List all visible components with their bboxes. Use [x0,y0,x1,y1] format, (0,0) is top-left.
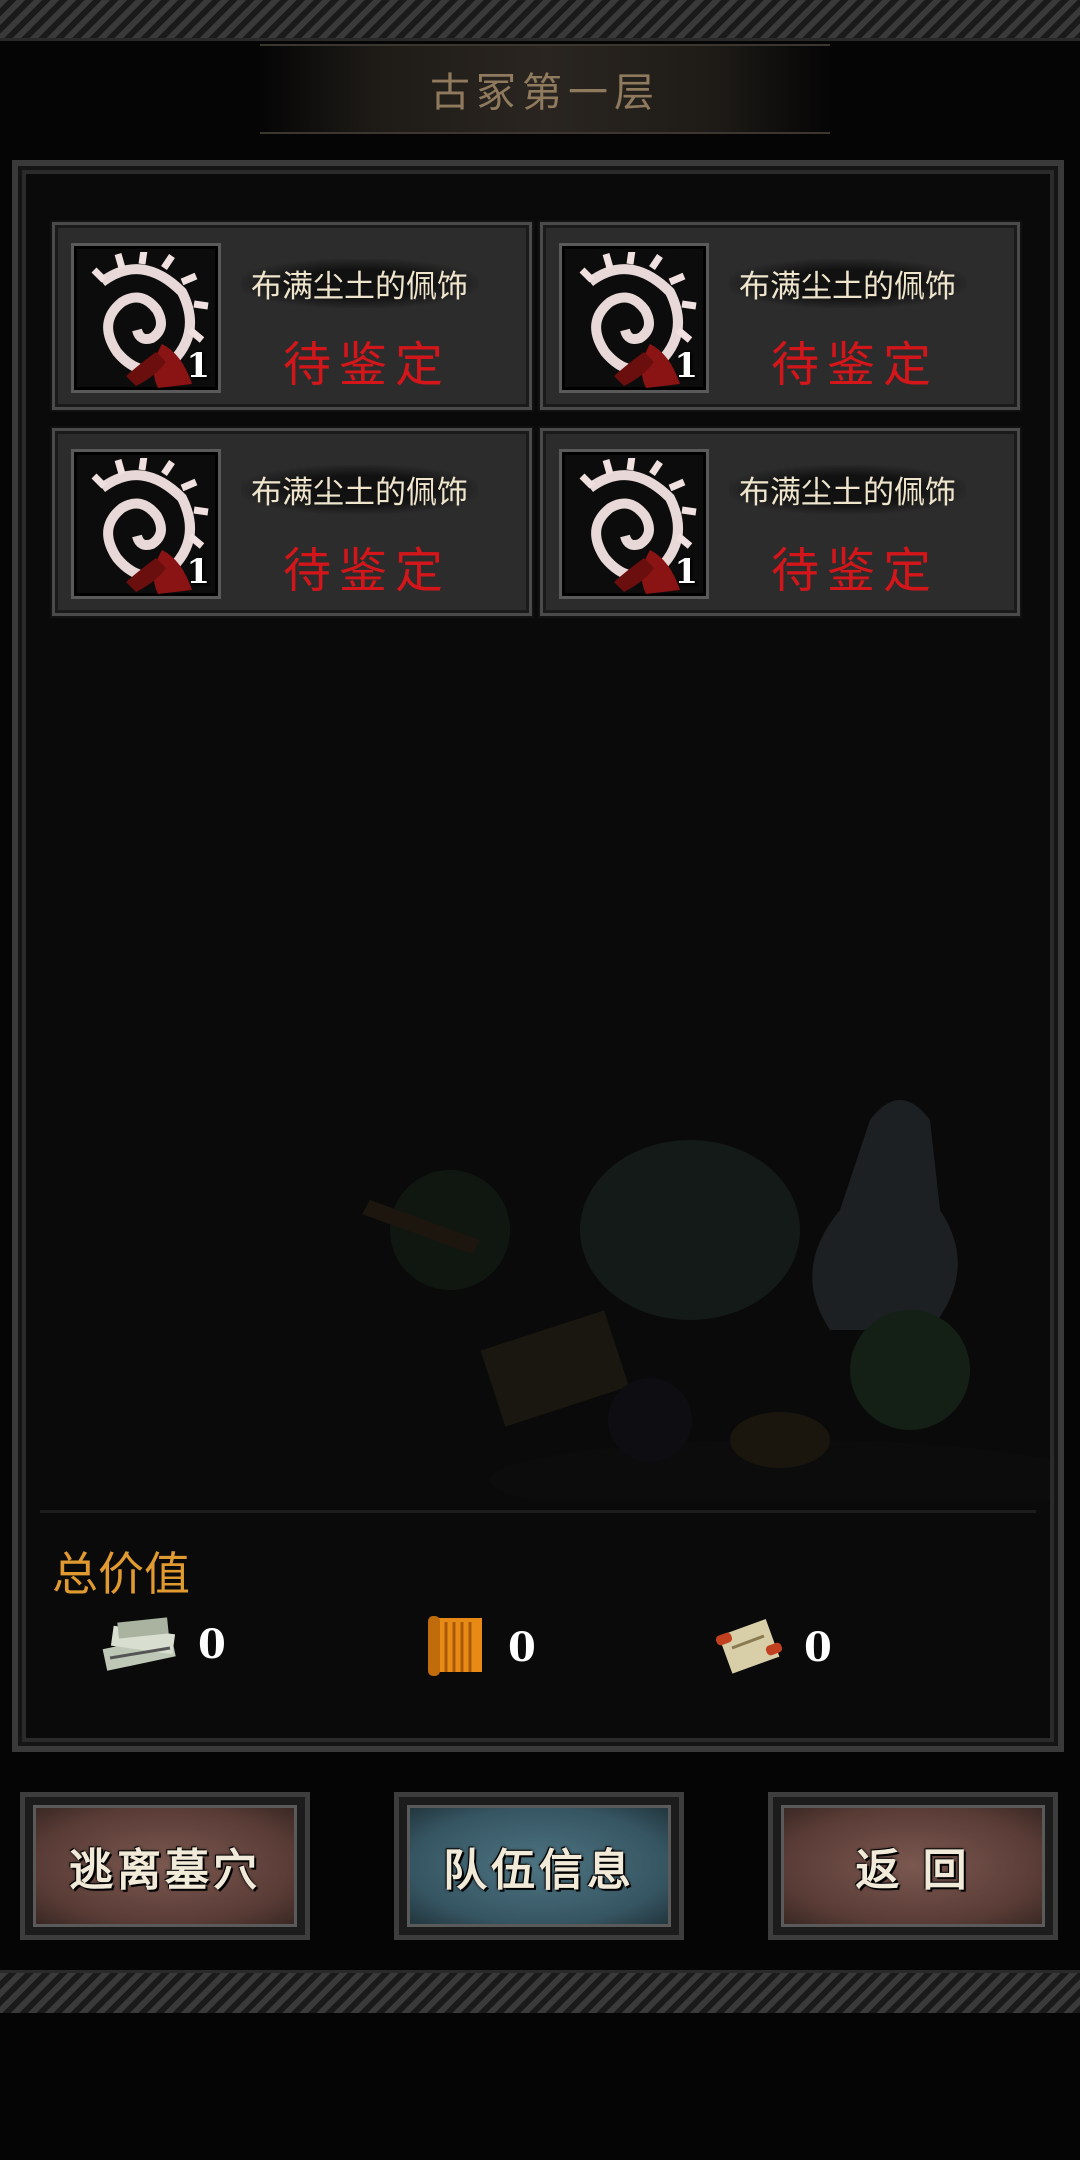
item-name: 布满尘土的佩饰 [241,465,478,514]
item-thumbnail: 1 [71,243,221,393]
escape-tomb-label: 逃离墓穴 [33,1805,297,1927]
orange-scroll-icon [428,1616,482,1676]
item-quantity: 1 [674,552,698,592]
team-info-label: 队伍信息 [407,1805,671,1927]
page-title: 古冢第一层 [430,70,660,116]
item-thumbnail: 1 [71,449,221,599]
loot-item-card[interactable]: 1 布满尘土的佩饰 待鉴定 [540,428,1020,616]
item-quantity: 1 [674,346,698,386]
item-thumbnail: 1 [559,449,709,599]
money-pile-icon [102,1617,176,1671]
item-name: 布满尘土的佩饰 [729,259,966,308]
escape-tomb-button[interactable]: 逃离墓穴 [20,1792,310,1940]
currency-scroll: 0 [424,1612,536,1682]
item-thumbnail: 1 [559,243,709,393]
back-label: 返 回 [781,1805,1045,1927]
bottom-ornament-border [0,1970,1080,2013]
currency-map-value: 0 [804,1623,832,1671]
item-status: 待鉴定 [283,543,452,599]
loot-item-card[interactable]: 1 布满尘土的佩饰 待鉴定 [52,428,532,616]
team-info-button[interactable]: 队伍信息 [394,1792,684,1940]
treasure-pile-illustration [362,1100,1050,1500]
item-status: 待鉴定 [283,337,452,393]
loot-item-card[interactable]: 1 布满尘土的佩饰 待鉴定 [52,222,532,410]
map-scroll-icon [715,1618,783,1674]
item-status: 待鉴定 [771,543,940,599]
item-quantity: 1 [186,346,210,386]
currency-map: 0 [710,1612,832,1682]
item-status: 待鉴定 [771,337,940,393]
divider [40,1510,1036,1513]
currency-money: 0 [98,1612,226,1676]
item-name: 布满尘土的佩饰 [241,259,478,308]
currency-money-value: 0 [198,1620,226,1668]
back-button[interactable]: 返 回 [768,1792,1058,1940]
total-value-label: 总价值 [52,1547,190,1601]
title-bar: 古冢第一层 [260,44,830,134]
top-ornament-border [0,0,1080,41]
item-name: 布满尘土的佩饰 [729,465,966,514]
loot-item-card[interactable]: 1 布满尘土的佩饰 待鉴定 [540,222,1020,410]
currency-scroll-value: 0 [508,1623,536,1671]
item-quantity: 1 [186,552,210,592]
loot-grid: 1 布满尘土的佩饰 待鉴定 1 布满尘土的佩饰 待鉴定 1 布满尘土的佩饰 待鉴… [52,222,1020,616]
